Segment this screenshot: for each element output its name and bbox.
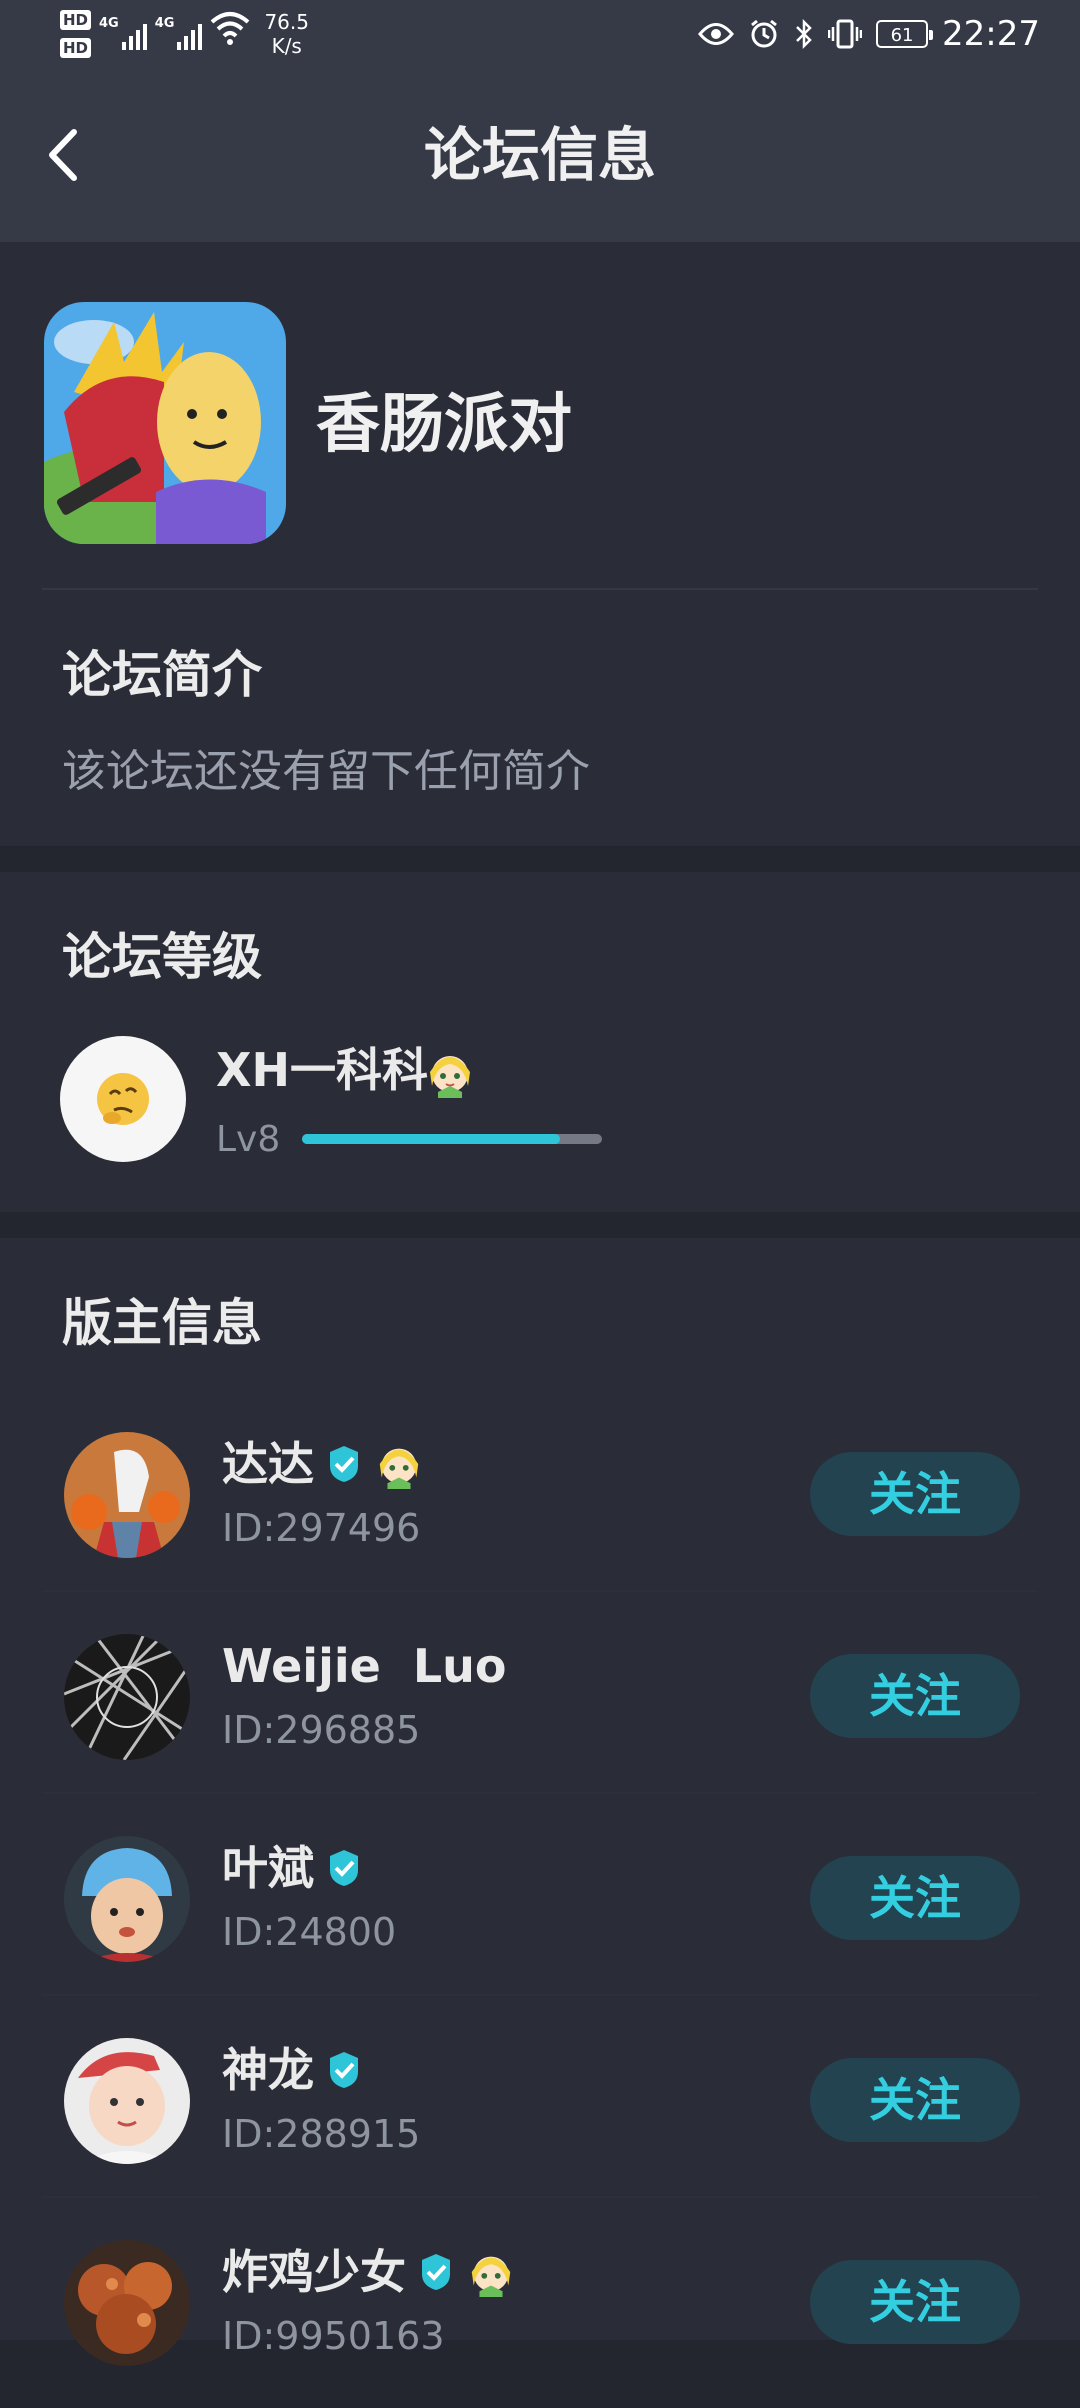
thinking-emoji-icon xyxy=(97,1073,149,1125)
moderator-id: ID:9950163 xyxy=(222,2314,445,2358)
level-progress-bar xyxy=(302,1134,602,1144)
follow-button[interactable]: 关注 xyxy=(810,2260,1020,2344)
forum-name: 香肠派对 xyxy=(316,388,572,462)
divider xyxy=(42,588,1038,590)
status-time: 22:27 xyxy=(942,14,1040,54)
intro-text: 该论坛还没有留下任何简介 xyxy=(62,746,590,797)
avatar[interactable] xyxy=(64,2240,190,2366)
moderator-id: ID:24800 xyxy=(222,1910,397,1954)
moderator-name: 叶斌 xyxy=(222,1836,364,1900)
list-item[interactable]: Weijie Luo ID:296885 关注 xyxy=(0,1602,1080,1802)
follow-button[interactable]: 关注 xyxy=(810,1452,1020,1536)
moderators-title: 版主信息 xyxy=(62,1294,262,1352)
avatar[interactable] xyxy=(64,1634,190,1760)
moderator-id: ID:288915 xyxy=(222,2112,421,2156)
eye-icon xyxy=(698,23,734,45)
level-user-name: XH一科科 xyxy=(216,1043,428,1097)
divider xyxy=(42,1994,1038,1996)
verified-icon xyxy=(330,1446,358,1482)
moderator-name: 炸鸡少女 xyxy=(222,2240,516,2304)
divider xyxy=(42,1792,1038,1794)
avatar[interactable] xyxy=(64,1836,190,1962)
sim2-signal-icon: 4G xyxy=(155,10,203,50)
battery-icon: 61 xyxy=(876,20,934,48)
divider xyxy=(42,2196,1038,2198)
wifi-icon xyxy=(211,12,250,45)
alarm-icon xyxy=(751,19,777,48)
follow-button[interactable]: 关注 xyxy=(810,1856,1020,1940)
moderator-id: ID:297496 xyxy=(222,1506,421,1550)
avatar[interactable] xyxy=(64,2038,190,2164)
moderator-name: 神龙 xyxy=(222,2038,364,2102)
network-speed: 76.5 K/s xyxy=(264,10,309,58)
status-bar: HD HD 4G 4G 76.5 K/s 61 22:27 xyxy=(0,0,1080,80)
verified-icon xyxy=(422,2254,450,2290)
divider xyxy=(42,1590,1038,1592)
avatar[interactable] xyxy=(64,1432,190,1558)
moderator-id: ID:296885 xyxy=(222,1708,421,1752)
bluetooth-icon xyxy=(796,18,812,50)
hd1-indicator: HD xyxy=(60,10,92,30)
list-item[interactable]: 达达 ID:297496 关注 xyxy=(0,1400,1080,1600)
hd2-indicator: HD xyxy=(60,38,92,58)
list-item[interactable]: 神龙 ID:288915 关注 xyxy=(0,2006,1080,2206)
verified-icon xyxy=(330,2052,358,2088)
anime-girl-badge-icon xyxy=(430,1056,470,1098)
sim1-signal-icon: 4G xyxy=(99,10,147,50)
anime-girl-badge-icon xyxy=(379,1448,419,1489)
intro-title: 论坛简介 xyxy=(62,646,262,704)
anime-girl-badge-icon xyxy=(471,2256,511,2297)
app-header: HD HD 4G 4G 76.5 K/s 61 22:27 论坛信息 xyxy=(0,0,1080,242)
follow-button[interactable]: 关注 xyxy=(810,1654,1020,1738)
vibrate-icon xyxy=(828,19,863,49)
forum-icon xyxy=(44,302,286,544)
level-progress-fill xyxy=(302,1134,560,1144)
level-title: 论坛等级 xyxy=(62,928,262,986)
moderator-name: Weijie Luo xyxy=(222,1639,507,1693)
follow-button[interactable]: 关注 xyxy=(810,2058,1020,2142)
avatar[interactable] xyxy=(60,1036,186,1162)
verified-icon xyxy=(330,1850,358,1886)
moderator-name: 达达 xyxy=(222,1432,424,1496)
list-item[interactable]: 叶斌 ID:24800 关注 xyxy=(0,1804,1080,2004)
page-title: 论坛信息 xyxy=(423,121,656,189)
list-item[interactable]: 炸鸡少女 ID:9950163 关注 xyxy=(0,2208,1080,2408)
level-label: Lv8 xyxy=(216,1119,281,1160)
